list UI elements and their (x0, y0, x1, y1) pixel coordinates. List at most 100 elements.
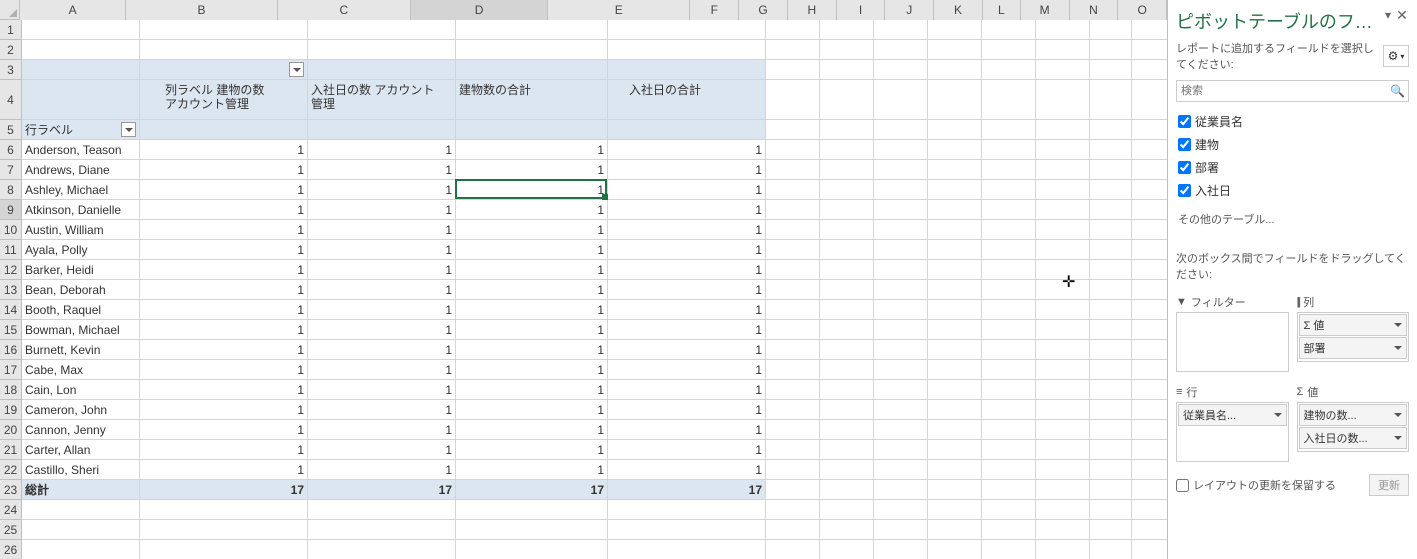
cell[interactable]: 1 (140, 140, 308, 160)
row-header-18[interactable]: 18 (0, 380, 22, 400)
cell[interactable] (140, 60, 308, 80)
row-header-4[interactable]: 4 (0, 80, 22, 120)
cell[interactable]: 1 (308, 380, 456, 400)
cell[interactable] (982, 340, 1036, 360)
cell[interactable]: 1 (608, 220, 766, 240)
row-header-2[interactable]: 2 (0, 40, 22, 60)
row-header-7[interactable]: 7 (0, 160, 22, 180)
cell[interactable] (928, 420, 982, 440)
cell[interactable] (1090, 400, 1132, 420)
cell[interactable] (766, 260, 820, 280)
cell[interactable]: 1 (608, 260, 766, 280)
cell[interactable] (1132, 500, 1167, 520)
cell[interactable] (1132, 520, 1167, 540)
cell[interactable]: 1 (140, 460, 308, 480)
cell[interactable] (874, 300, 928, 320)
cell[interactable] (140, 120, 308, 140)
row-header-1[interactable]: 1 (0, 20, 22, 40)
col-header-E[interactable]: E (548, 0, 690, 20)
cell[interactable] (1090, 120, 1132, 140)
cell[interactable] (928, 260, 982, 280)
col-header-J[interactable]: J (885, 0, 934, 20)
cell[interactable]: 列ラベル 建物の数アカウント管理 (140, 80, 308, 120)
cell[interactable] (1036, 40, 1090, 60)
cell[interactable] (22, 80, 140, 120)
cell[interactable] (1132, 120, 1167, 140)
cell[interactable] (928, 540, 982, 559)
other-tables-link[interactable]: その他のテーブル... (1176, 208, 1409, 230)
cell[interactable]: 1 (140, 320, 308, 340)
row-header-10[interactable]: 10 (0, 220, 22, 240)
cell[interactable] (1090, 520, 1132, 540)
cell[interactable] (1132, 340, 1167, 360)
cell[interactable] (874, 360, 928, 380)
cell[interactable]: 1 (608, 340, 766, 360)
cell[interactable] (766, 540, 820, 559)
cell[interactable] (308, 520, 456, 540)
cell[interactable]: 1 (140, 300, 308, 320)
row-header-11[interactable]: 11 (0, 240, 22, 260)
cell[interactable] (22, 520, 140, 540)
cell[interactable] (982, 240, 1036, 260)
cell[interactable]: 1 (140, 340, 308, 360)
cell[interactable]: 1 (140, 240, 308, 260)
cell[interactable] (1132, 80, 1167, 120)
cell[interactable]: 1 (456, 420, 608, 440)
cell[interactable] (982, 280, 1036, 300)
cell[interactable] (820, 160, 874, 180)
cell[interactable]: 総計 (22, 480, 140, 500)
cell[interactable]: Ashley, Michael (22, 180, 140, 200)
cell[interactable] (982, 420, 1036, 440)
cell[interactable] (928, 480, 982, 500)
cell[interactable]: 1 (456, 320, 608, 340)
cell[interactable] (22, 540, 140, 559)
cell[interactable] (1036, 240, 1090, 260)
cell[interactable]: 1 (308, 200, 456, 220)
cell[interactable] (1036, 320, 1090, 340)
cell[interactable] (820, 240, 874, 260)
cell[interactable] (608, 20, 766, 40)
cell[interactable] (1132, 60, 1167, 80)
cell[interactable] (1036, 140, 1090, 160)
cell[interactable] (820, 480, 874, 500)
cell[interactable] (608, 500, 766, 520)
cell[interactable] (874, 440, 928, 460)
cell[interactable] (1090, 220, 1132, 240)
cell[interactable] (928, 360, 982, 380)
cell[interactable] (928, 240, 982, 260)
cell[interactable] (766, 240, 820, 260)
cell[interactable] (456, 60, 608, 80)
row-header-26[interactable]: 26 (0, 540, 22, 559)
cell[interactable] (1090, 180, 1132, 200)
cell[interactable] (820, 440, 874, 460)
cell[interactable] (874, 180, 928, 200)
cell[interactable] (766, 20, 820, 40)
cell[interactable]: 17 (456, 480, 608, 500)
cell[interactable]: 1 (456, 160, 608, 180)
cell[interactable]: Cain, Lon (22, 380, 140, 400)
row-header-8[interactable]: 8 (0, 180, 22, 200)
cell[interactable] (982, 120, 1036, 140)
cell[interactable]: 1 (456, 220, 608, 240)
cell[interactable] (1090, 380, 1132, 400)
cell[interactable] (874, 520, 928, 540)
cell[interactable]: 1 (608, 300, 766, 320)
cell[interactable] (1090, 540, 1132, 559)
cell[interactable]: 1 (608, 420, 766, 440)
cell[interactable] (820, 20, 874, 40)
cell[interactable]: 1 (308, 460, 456, 480)
cell[interactable] (766, 420, 820, 440)
cell[interactable] (1036, 440, 1090, 460)
cell[interactable] (874, 280, 928, 300)
cell[interactable] (1090, 140, 1132, 160)
row-header-21[interactable]: 21 (0, 440, 22, 460)
cell[interactable] (928, 380, 982, 400)
cell[interactable]: 1 (140, 200, 308, 220)
cell[interactable] (308, 120, 456, 140)
cell[interactable] (1132, 20, 1167, 40)
cell[interactable]: Bean, Deborah (22, 280, 140, 300)
cell[interactable] (874, 80, 928, 120)
field-item[interactable]: 従業員名 (1176, 110, 1409, 133)
cell[interactable] (874, 200, 928, 220)
field-pill[interactable]: Σ 値 (1299, 314, 1408, 336)
